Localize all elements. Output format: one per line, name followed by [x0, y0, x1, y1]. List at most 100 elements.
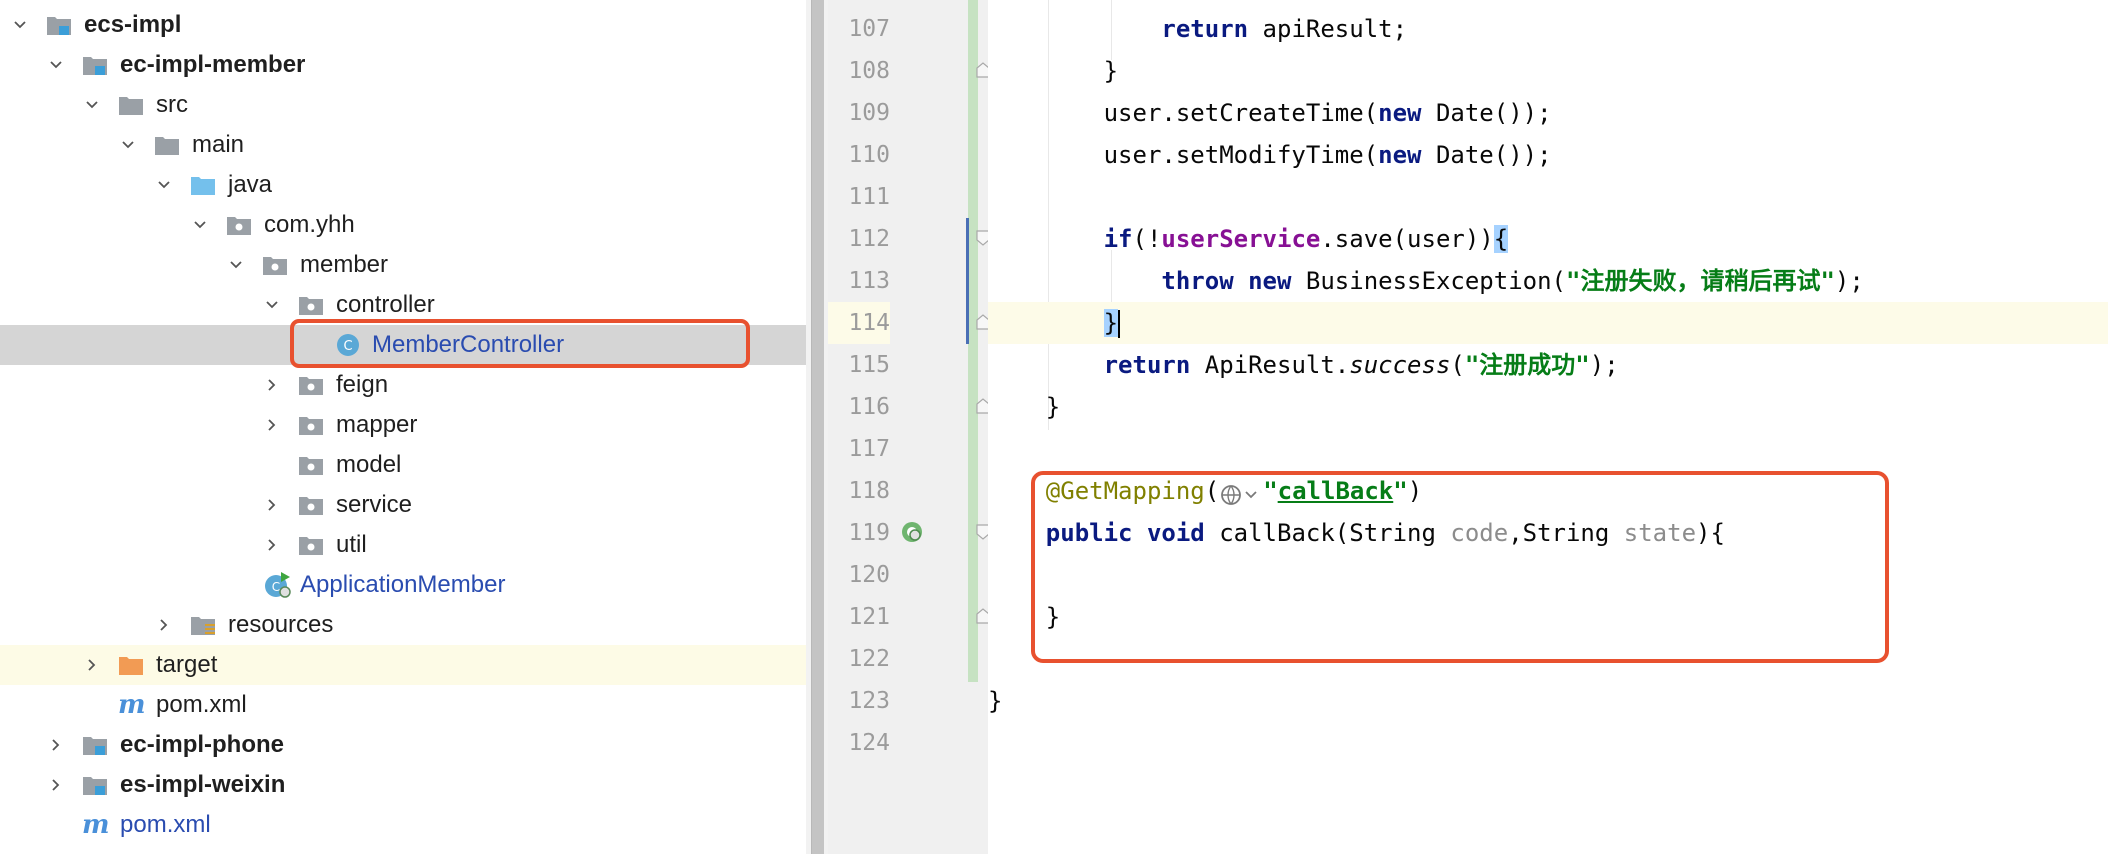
matched-brace: { [1493, 225, 1509, 253]
tree-item-com-yhh[interactable]: com.yhh [0, 205, 806, 245]
chevron-down-icon[interactable] [118, 125, 138, 165]
panel-splitter[interactable] [806, 0, 828, 854]
chevron-right-icon[interactable] [46, 725, 66, 765]
folder-icon [154, 134, 180, 156]
chevron-down-icon[interactable] [262, 285, 282, 325]
chevron-down-icon[interactable] [82, 85, 102, 125]
string-literal: "注册失败，请稍后再试" [1566, 267, 1835, 295]
excluded-folder-icon [118, 654, 144, 676]
tree-item-model[interactable]: model [0, 445, 806, 485]
line-number: 112 [848, 226, 890, 252]
code-line-107[interactable]: return apiResult; [988, 8, 2108, 50]
keyword: new [1378, 141, 1422, 169]
tree-item-label: target [156, 651, 218, 678]
code-line-113[interactable]: throw new BusinessException("注册失败，请稍后再试"… [988, 260, 2108, 302]
tree-item-es-impl-weixin[interactable]: es-impl-weixin [0, 765, 806, 805]
code-text: Date()); [1421, 99, 1552, 127]
folder-icon [118, 94, 144, 116]
tree-item-label: pom.xml [156, 691, 247, 718]
svg-text:m: m [82, 811, 110, 839]
tree-item-label: ec-impl-phone [120, 731, 285, 758]
code-text: user.setCreateTime( [1103, 99, 1379, 127]
tree-item-pom-xml[interactable]: m pom.xml [0, 685, 806, 725]
tree-item-applicationmember[interactable]: C ApplicationMember [0, 565, 806, 605]
chevron-right-icon[interactable] [262, 485, 282, 525]
highlight-box-tree [290, 319, 750, 368]
tree-item-label: pom.xml [120, 811, 211, 838]
package-icon [298, 374, 324, 396]
chevron-right-icon[interactable] [82, 645, 102, 685]
line-number: 113 [848, 268, 890, 294]
line-number: 119 [848, 520, 890, 546]
line-number: 111 [848, 184, 890, 210]
tree-item-label: ec-impl-member [120, 51, 306, 78]
code-line-112[interactable]: if(!userService.save(user)){ [988, 218, 2108, 260]
chevron-down-icon[interactable] [226, 245, 246, 285]
tree-item-feign[interactable]: feign [0, 365, 806, 405]
tree-item-java[interactable]: java [0, 165, 806, 205]
spring-bean-icon[interactable] [900, 520, 924, 544]
package-icon [298, 294, 324, 316]
tree-item-target[interactable]: target [0, 645, 806, 685]
maven-icon: m [118, 690, 148, 720]
chevron-down-icon[interactable] [10, 5, 30, 45]
tree-item-ec-impl-member[interactable]: ec-impl-member [0, 45, 806, 85]
code-line-115[interactable]: return ApiResult.success("注册成功"); [988, 344, 2108, 386]
code-line-108[interactable]: } [988, 50, 2108, 92]
keyword: return [1161, 15, 1249, 43]
chevron-right-icon[interactable] [262, 365, 282, 405]
tree-item-label: com.yhh [264, 211, 355, 238]
chevron-right-icon[interactable] [262, 405, 282, 445]
code-text: ); [1834, 267, 1864, 295]
code-text: } [988, 687, 1003, 715]
line-number: 115 [848, 352, 890, 378]
chevron-down-icon[interactable] [190, 205, 210, 245]
tree-item-util[interactable]: util [0, 525, 806, 565]
vcs-modified-marker[interactable] [966, 218, 969, 344]
tree-item-ec-impl-phone[interactable]: ec-impl-phone [0, 725, 806, 765]
vcs-change-marker[interactable] [968, 0, 978, 682]
tree-item-ecs-impl[interactable]: ecs-impl [0, 5, 806, 45]
splitter-handle[interactable] [811, 0, 824, 854]
chevron-right-icon[interactable] [46, 765, 66, 805]
code-editor[interactable]: return apiResult; } user.setCreateTime(n… [988, 0, 2108, 854]
line-number: 116 [848, 394, 890, 420]
tree-item-resources[interactable]: resources [0, 605, 806, 645]
tree-item-label: member [300, 251, 389, 278]
resources-folder-icon [190, 614, 216, 636]
tree-item-member[interactable]: member [0, 245, 806, 285]
tree-item-main[interactable]: main [0, 125, 806, 165]
line-number: 120 [848, 562, 890, 588]
keyword: if [1103, 225, 1133, 253]
line-number: 110 [848, 142, 890, 168]
code-line-116[interactable]: } [988, 386, 2108, 428]
tree-item-label: src [156, 91, 188, 118]
code-line-110[interactable]: user.setModifyTime(new Date()); [988, 134, 2108, 176]
module-icon [82, 734, 108, 756]
chevron-right-icon[interactable] [154, 605, 174, 645]
code-line-109[interactable]: user.setCreateTime(new Date()); [988, 92, 2108, 134]
tree-item-root-pom-xml[interactable]: m pom.xml [0, 805, 806, 845]
line-number: 118 [848, 478, 890, 504]
line-number-current: 114 [828, 302, 890, 344]
tree-item-service[interactable]: service [0, 485, 806, 525]
line-number: 122 [848, 646, 890, 672]
tree-item-label: feign [336, 371, 389, 398]
package-icon [298, 534, 324, 556]
module-icon [82, 54, 108, 76]
tree-item-mapper[interactable]: mapper [0, 405, 806, 445]
tree-item-label: java [228, 171, 273, 198]
chevron-right-icon[interactable] [262, 525, 282, 565]
line-number: 107 [848, 16, 890, 42]
text-caret [1118, 310, 1121, 338]
code-line-123[interactable]: } [988, 680, 2108, 722]
chevron-down-icon[interactable] [46, 45, 66, 85]
code-text: BusinessException( [1291, 267, 1566, 295]
module-icon [82, 774, 108, 796]
chevron-down-icon[interactable] [154, 165, 174, 205]
tree-item-src[interactable]: src [0, 85, 806, 125]
code-line-114-current[interactable]: } [988, 302, 2108, 344]
spring-boot-class-icon: C [264, 571, 292, 599]
line-number: 121 [848, 604, 890, 630]
tree-item-label: main [192, 131, 245, 158]
